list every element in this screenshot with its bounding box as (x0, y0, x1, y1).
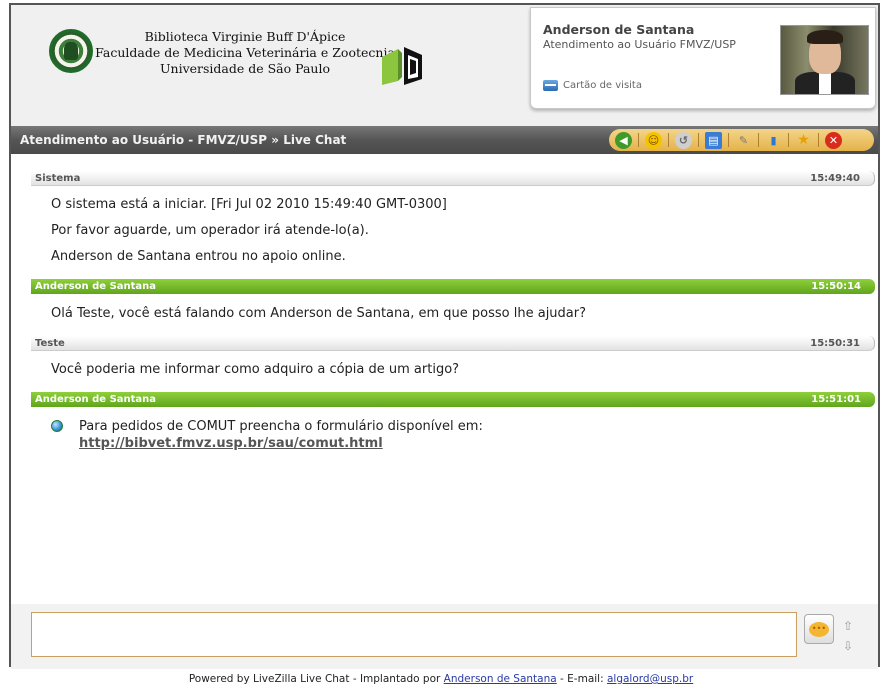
header: Biblioteca Virginie Buff D'Ápice Faculda… (11, 5, 878, 126)
title-bar: Atendimento ao Usuário - FMVZ/USP » Live… (11, 126, 878, 154)
message-sender: Teste (35, 338, 65, 349)
footer-email-prefix: - E-mail: (560, 673, 604, 685)
scroll-controls: ⇧ ⇩ (840, 616, 856, 656)
message-sender: Sistema (35, 173, 81, 184)
comut-link[interactable]: http://bibvet.fmvz.usp.br/sau/comut.html (79, 436, 383, 451)
send-button[interactable]: ••• (804, 614, 834, 644)
smiley-icon[interactable]: ☺ (645, 131, 662, 149)
chat-title: Atendimento ao Usuário - FMVZ/USP » Live… (20, 133, 347, 147)
toolbar: ◀ ☺ ↺ ▤ ✎ ▮ ★ ✕ (609, 129, 874, 151)
message-input[interactable] (31, 612, 797, 657)
message-text: Anderson de Santana entrou no apoio onli… (51, 249, 346, 264)
footer-prefix: Powered by LiveZilla Live Chat - Implant… (188, 673, 441, 685)
print-icon[interactable]: ▤ (705, 131, 722, 149)
info-bubble-icon (51, 420, 63, 432)
message-text: Você poderia me informar como adquiro a … (51, 362, 460, 377)
vcard-label: Cartão de visita (563, 80, 642, 91)
toolbar-divider (668, 133, 669, 147)
message-time: 15:50:31 (810, 338, 860, 349)
scroll-down-icon[interactable]: ⇩ (840, 636, 856, 656)
message-sender: Anderson de Santana (35, 281, 157, 292)
message-time: 15:50:14 (811, 281, 861, 292)
chat-window: Biblioteca Virginie Buff D'Ápice Faculda… (9, 3, 880, 669)
author-link[interactable]: Anderson de Santana (444, 673, 557, 685)
input-area: ••• ⇧ ⇩ (11, 604, 878, 669)
scroll-up-icon[interactable]: ⇧ (840, 616, 856, 636)
history-icon[interactable]: ↺ (675, 131, 692, 149)
message-text: Por favor aguarde, um operador irá atend… (51, 223, 369, 238)
chat-log: Sistema 15:49:40 O sistema está a inicia… (11, 154, 878, 604)
message-sender: Anderson de Santana (35, 394, 157, 405)
message-header: Anderson de Santana 15:51:01 (31, 392, 875, 407)
email-link[interactable]: algalord@usp.br (607, 673, 693, 685)
footer: Powered by LiveZilla Live Chat - Implant… (0, 669, 882, 689)
message-time: 15:51:01 (811, 394, 861, 405)
toolbar-divider (788, 133, 789, 147)
back-icon[interactable]: ◀ (615, 131, 632, 149)
message-header: Sistema 15:49:40 (31, 171, 875, 186)
message-header: Teste 15:50:31 (31, 336, 875, 351)
library-logo: Biblioteca Virginie Buff D'Ápice Faculda… (43, 23, 463, 93)
toolbar-divider (728, 133, 729, 147)
message-text: Para pedidos de COMUT preencha o formulá… (79, 419, 483, 434)
message-time: 15:49:40 (810, 173, 860, 184)
library-title: Biblioteca Virginie Buff D'Ápice Faculda… (95, 29, 395, 77)
agent-card: Anderson de Santana Atendimento ao Usuár… (530, 7, 876, 109)
message-text: O sistema está a iniciar. [Fri Jul 02 20… (51, 197, 447, 212)
agent-name: Anderson de Santana (543, 22, 695, 37)
attach-icon[interactable]: ✎ (735, 132, 752, 149)
toolbar-divider (698, 133, 699, 147)
library-mark-icon (382, 47, 422, 85)
agent-avatar (780, 25, 869, 95)
toolbar-divider (818, 133, 819, 147)
toolbar-divider (638, 133, 639, 147)
university-seal-icon (49, 29, 93, 73)
vcard-icon (543, 80, 558, 91)
message-text: Olá Teste, você está falando com Anderso… (51, 306, 587, 321)
star-icon[interactable]: ★ (795, 132, 812, 149)
close-icon[interactable]: ✕ (825, 131, 842, 149)
agent-role: Atendimento ao Usuário FMVZ/USP (543, 38, 736, 51)
speech-bubble-icon: ••• (809, 621, 829, 637)
message-header: Anderson de Santana 15:50:14 (31, 279, 875, 294)
university-name: Universidade de São Paulo (159, 61, 331, 76)
library-name: Biblioteca Virginie Buff D'Ápice (144, 29, 346, 44)
toolbar-divider (758, 133, 759, 147)
vcard-link[interactable]: Cartão de visita (543, 80, 642, 91)
chart-icon[interactable]: ▮ (765, 132, 782, 149)
faculty-name: Faculdade de Medicina Veterinária e Zoot… (95, 45, 395, 60)
